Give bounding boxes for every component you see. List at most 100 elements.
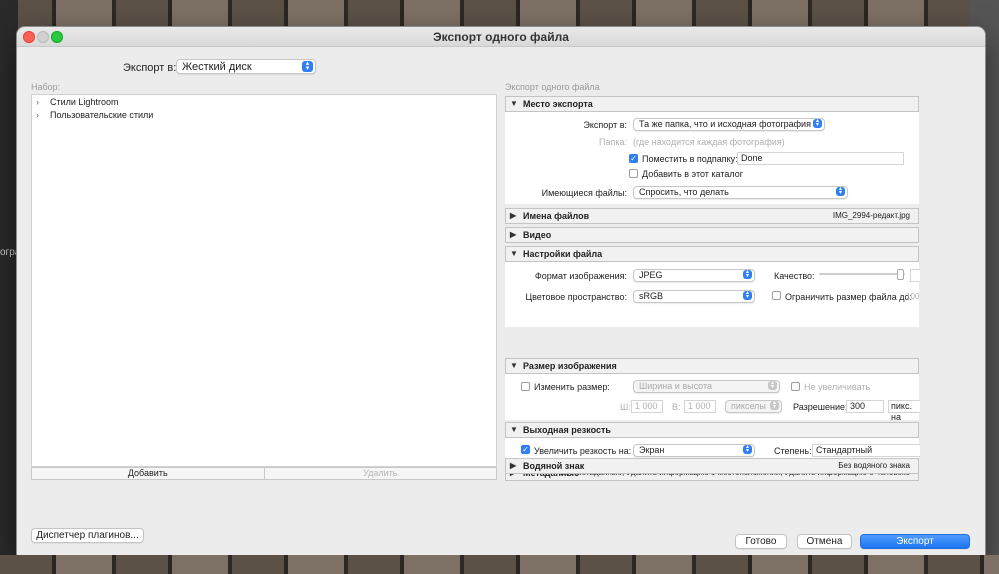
add-to-catalog-label: Добавить в этот каталог bbox=[642, 169, 744, 179]
limit-file-size-checkbox[interactable] bbox=[772, 291, 781, 300]
preset-folder-label: Стили Lightroom bbox=[50, 97, 119, 107]
section-header-watermark[interactable]: ▶ Водяной знак Без водяного знака bbox=[505, 458, 919, 474]
select-arrows-icon: ▴ ▾ bbox=[770, 400, 779, 410]
height-input[interactable]: 1 000 bbox=[684, 400, 716, 413]
section-title: Видео bbox=[523, 230, 552, 240]
existing-files-value: Спросить, что делать bbox=[639, 187, 729, 197]
section-title: Размер изображения bbox=[523, 361, 617, 371]
quality-slider-knob[interactable] bbox=[897, 269, 904, 280]
disclosure-open-icon: ▼ bbox=[510, 249, 518, 258]
disclosure-open-icon: ▼ bbox=[510, 361, 518, 370]
resize-checkbox[interactable] bbox=[521, 382, 530, 391]
resolution-input[interactable]: 300 bbox=[846, 400, 884, 413]
image-format-value: JPEG bbox=[639, 270, 663, 280]
export-dialog: Экспорт одного файла Экспорт в: Жесткий … bbox=[17, 27, 985, 561]
subfolder-checkbox[interactable]: ✓ bbox=[629, 154, 638, 163]
sharpen-label: Увеличить резкость на: bbox=[534, 446, 632, 456]
height-label: В: bbox=[672, 402, 681, 412]
sharpen-checkbox[interactable]: ✓ bbox=[521, 445, 530, 454]
chevron-right-icon[interactable]: › bbox=[36, 110, 50, 120]
preset-folder-user[interactable]: › Пользовательские стили bbox=[36, 110, 153, 120]
export-to-label: Экспорт в: bbox=[123, 62, 177, 74]
section-header-video[interactable]: ▶ Видео bbox=[505, 227, 919, 243]
color-space-value: sRGB bbox=[639, 291, 664, 301]
image-format-label: Формат изображения: bbox=[534, 271, 627, 281]
select-arrows-icon: ▴ ▾ bbox=[813, 118, 822, 128]
section-summary: IMG_2994-редакт.jpg bbox=[832, 211, 910, 220]
remove-preset-button[interactable]: Удалить bbox=[265, 468, 497, 479]
resize-label: Изменить размер: bbox=[534, 382, 610, 392]
existing-files-label: Имеющиеся файлы: bbox=[541, 188, 627, 198]
background-left-panel: ограф bbox=[0, 0, 29, 574]
select-arrows-icon: ▴ ▾ bbox=[302, 60, 313, 72]
presets-label: Набор: bbox=[31, 82, 61, 92]
resize-mode-select[interactable]: Ширина и высота ▴ ▾ bbox=[633, 380, 780, 393]
width-input[interactable]: 1 000 bbox=[631, 400, 663, 413]
section-header-output-sharpening[interactable]: ▼ Выходная резкость bbox=[505, 422, 919, 438]
section-summary: Без водяного знака bbox=[838, 461, 910, 470]
location-export-to-label: Экспорт в: bbox=[583, 120, 627, 130]
settings-panel-label: Экспорт одного файла bbox=[505, 82, 600, 92]
folder-value: (где находится каждая фотография) bbox=[633, 137, 785, 147]
select-arrows-icon: ▴ ▾ bbox=[743, 444, 752, 454]
resolution-unit-select[interactable]: пикс. на bbox=[888, 400, 920, 422]
settings-panel: ▼ Место экспорта Экспорт в: Та же папка,… bbox=[505, 94, 920, 482]
select-arrows-icon: ▴ ▾ bbox=[743, 269, 752, 279]
add-to-catalog-checkbox[interactable] bbox=[629, 169, 638, 178]
subfolder-label: Поместить в подпапку: bbox=[642, 154, 738, 164]
size-unit-value: пикселы bbox=[731, 401, 766, 411]
background-photo-strip-bottom bbox=[0, 555, 999, 574]
done-button[interactable]: Готово bbox=[735, 534, 787, 549]
export-to-select[interactable]: Жесткий диск ▴ ▾ bbox=[176, 59, 316, 74]
select-arrows-icon: ▴ ▾ bbox=[768, 380, 777, 390]
disclosure-open-icon: ▼ bbox=[510, 425, 518, 434]
title-bar: Экспорт одного файла bbox=[17, 27, 985, 47]
section-body-output-sharpening: ✓ Увеличить резкость на: Экран ▴ ▾ Степен… bbox=[505, 438, 920, 460]
disclosure-closed-icon: ▶ bbox=[510, 461, 517, 470]
chevron-right-icon[interactable]: › bbox=[36, 97, 50, 107]
size-unit-select[interactable]: пикселы ▴ ▾ bbox=[725, 400, 782, 413]
folder-label: Папка: bbox=[599, 137, 627, 147]
width-label: Ш: bbox=[620, 402, 631, 412]
export-to-value: Жесткий диск bbox=[182, 61, 252, 73]
image-format-select[interactable]: JPEG ▴ ▾ bbox=[633, 269, 755, 282]
section-title: Настройки файла bbox=[523, 249, 603, 259]
location-export-to-value: Та же папка, что и исходная фотография bbox=[639, 119, 811, 129]
limit-file-size-label: Ограничить размер файла до: bbox=[785, 292, 913, 302]
section-title: Имена файлов bbox=[523, 211, 590, 221]
add-preset-button[interactable]: Добавить bbox=[32, 468, 265, 479]
export-button[interactable]: Экспорт bbox=[860, 534, 970, 549]
section-title: Место экспорта bbox=[523, 99, 593, 109]
location-export-to-select[interactable]: Та же папка, что и исходная фотография ▴… bbox=[633, 118, 825, 131]
subfolder-input[interactable]: Done bbox=[737, 152, 904, 165]
section-title: Выходная резкость bbox=[523, 425, 611, 435]
dont-enlarge-label: Не увеличивать bbox=[804, 382, 871, 392]
preset-folder-label: Пользовательские стили bbox=[50, 110, 154, 120]
section-body-export-location: Экспорт в: Та же папка, что и исходная ф… bbox=[505, 112, 919, 204]
color-space-select[interactable]: sRGB ▴ ▾ bbox=[633, 290, 755, 303]
plugin-manager-button[interactable]: Диспетчер плагинов... bbox=[31, 528, 144, 543]
preset-folder-lightroom[interactable]: › Стили Lightroom bbox=[36, 97, 118, 107]
existing-files-select[interactable]: Спросить, что делать ▴ ▾ bbox=[633, 186, 848, 199]
section-body-file-settings: Формат изображения: JPEG ▴ ▾ Качество: Цв… bbox=[505, 262, 920, 327]
quality-label: Качество: bbox=[774, 271, 815, 281]
section-header-filenames[interactable]: ▶ Имена файлов IMG_2994-редакт.jpg bbox=[505, 208, 919, 224]
cancel-button[interactable]: Отмена bbox=[797, 534, 852, 549]
quality-input[interactable] bbox=[910, 269, 920, 282]
section-title: Водяной знак bbox=[523, 461, 585, 471]
section-header-export-location[interactable]: ▼ Место экспорта bbox=[505, 96, 919, 112]
quality-slider[interactable] bbox=[819, 273, 905, 275]
section-header-image-size[interactable]: ▼ Размер изображения bbox=[505, 358, 919, 374]
sharpen-amount-select[interactable]: Стандартный bbox=[812, 444, 920, 457]
dont-enlarge-checkbox[interactable] bbox=[791, 382, 800, 391]
select-arrows-icon: ▴ ▾ bbox=[836, 186, 845, 196]
disclosure-open-icon: ▼ bbox=[510, 99, 518, 108]
section-body-image-size: Изменить размер: Ширина и высота ▴ ▾ Не у… bbox=[505, 374, 920, 422]
sharpen-for-select[interactable]: Экран ▴ ▾ bbox=[633, 444, 755, 457]
resize-mode-value: Ширина и высота bbox=[639, 381, 712, 391]
limit-file-size-input[interactable]: 100 bbox=[906, 292, 919, 301]
preset-buttons: Добавить Удалить bbox=[31, 467, 497, 480]
resolution-label: Разрешение: bbox=[793, 402, 848, 412]
section-header-file-settings[interactable]: ▼ Настройки файла bbox=[505, 246, 919, 262]
sharpen-for-value: Экран bbox=[639, 445, 665, 455]
